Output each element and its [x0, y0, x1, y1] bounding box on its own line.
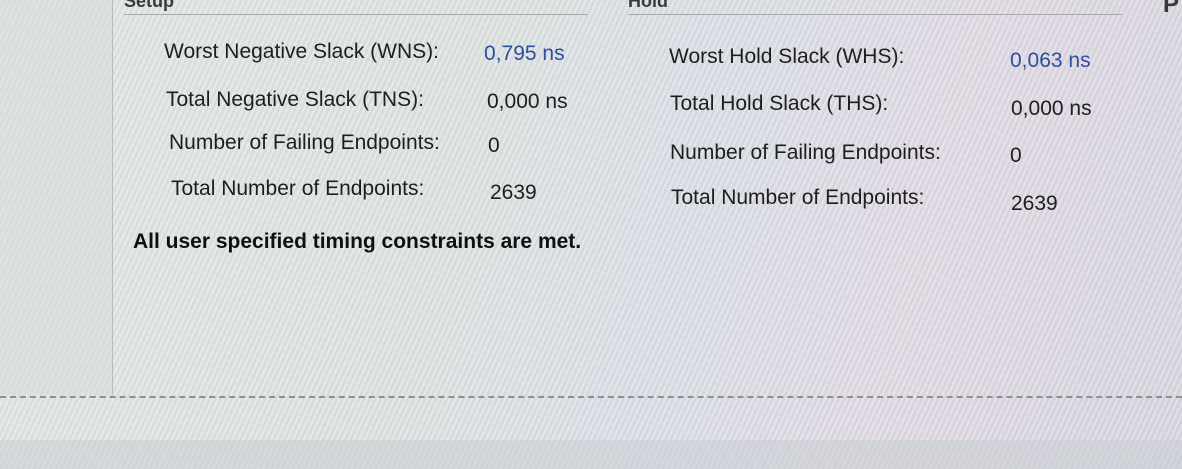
setup-failing-endpoints-value: 0: [488, 134, 500, 157]
setup-header-divider: [124, 14, 588, 15]
bottom-panel: [0, 440, 1182, 469]
hold-ths-value: 0,000 ns: [1011, 97, 1092, 120]
setup-header: Setup: [124, 0, 175, 11]
setup-total-endpoints-label: Total Number of Endpoints:: [171, 177, 425, 200]
timing-status-message: All user specified timing constraints ar…: [133, 230, 582, 253]
setup-failing-endpoints-label: Number of Failing Endpoints:: [169, 131, 440, 154]
hold-header: Hold: [628, 0, 668, 11]
setup-tns-value: 0,000 ns: [487, 90, 568, 113]
hold-failing-endpoints-label: Number of Failing Endpoints:: [670, 141, 941, 164]
hold-total-endpoints-label: Total Number of Endpoints:: [671, 186, 925, 209]
section-divider: [0, 396, 1182, 398]
pulse-width-header: P: [1163, 0, 1180, 18]
hold-whs-label: Worst Hold Slack (WHS):: [669, 45, 905, 68]
hold-ths-label: Total Hold Slack (THS):: [670, 92, 889, 115]
hold-header-divider: [628, 14, 1122, 15]
setup-wns-label: Worst Negative Slack (WNS):: [164, 40, 439, 63]
hold-whs-value[interactable]: 0,063 ns: [1010, 49, 1091, 73]
setup-total-endpoints-value: 2639: [490, 181, 537, 204]
hold-total-endpoints-value: 2639: [1011, 192, 1058, 215]
setup-tns-label: Total Negative Slack (TNS):: [166, 88, 424, 111]
left-gutter: [0, 0, 113, 395]
setup-wns-value[interactable]: 0,795 ns: [484, 42, 565, 66]
hold-failing-endpoints-value: 0: [1010, 144, 1022, 167]
